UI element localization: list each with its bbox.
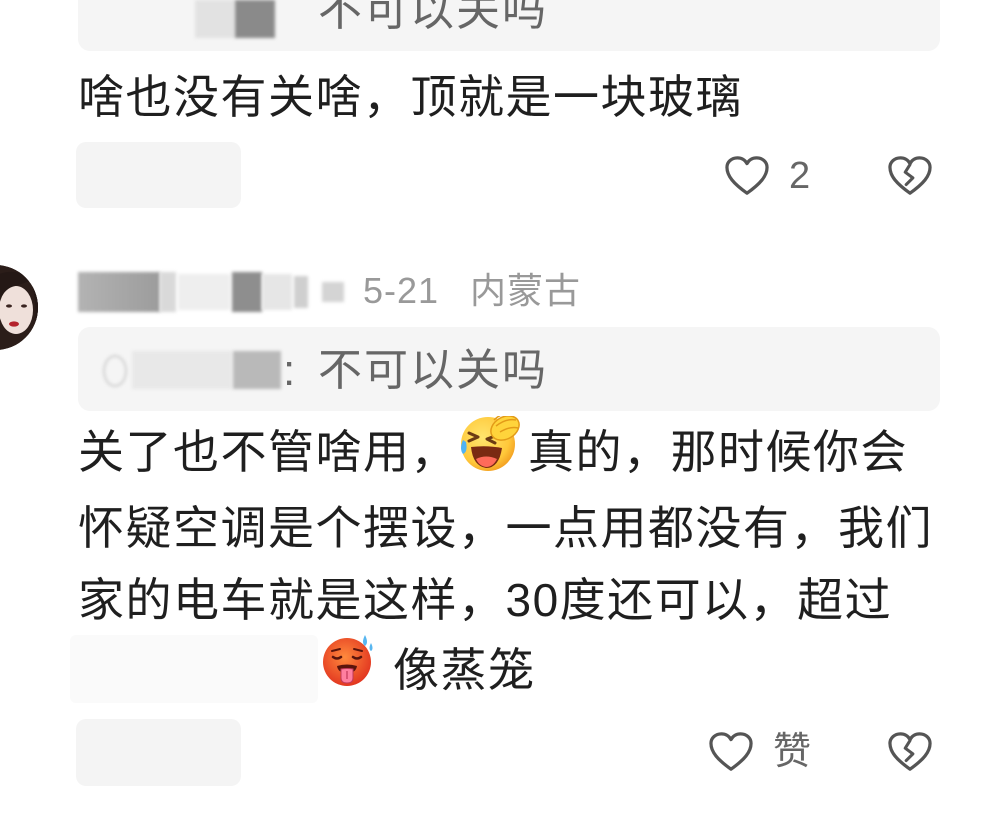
comment-text: 像蒸笼	[393, 644, 536, 696]
blur-block	[132, 351, 232, 389]
hot-face-emoji	[320, 634, 376, 706]
comment-line: 家的电车就是这样，30度还可以，超过	[78, 564, 892, 636]
broken-heart-icon	[887, 731, 933, 773]
quoted-reply-text: 不可以关吗	[318, 0, 548, 35]
redacted-block	[76, 142, 241, 208]
blur-block	[78, 272, 160, 312]
blur-block	[232, 272, 262, 312]
heart-outline-icon	[724, 155, 770, 197]
like-label: 赞	[773, 731, 812, 773]
blur-block	[322, 282, 344, 302]
comment-text: 怀疑空调是个摆设，一点用都没有，我们	[78, 502, 933, 554]
blur-block	[294, 276, 308, 308]
heart-outline-icon	[708, 731, 754, 773]
comment-text: 关了也不管啥用，	[78, 426, 458, 478]
blur-block	[160, 272, 176, 312]
dislike-button[interactable]	[887, 729, 933, 775]
blur-block	[235, 0, 275, 38]
blur-block	[178, 274, 230, 310]
comment-text: 啥也没有关啥，顶就是一块玻璃	[78, 71, 743, 123]
blur-block	[103, 355, 127, 387]
broken-heart-icon	[887, 155, 933, 197]
comment-date: 5-21	[363, 270, 440, 311]
quoted-reply-separator: :	[283, 346, 298, 395]
blur-block	[262, 274, 292, 310]
quoted-reply-text: 不可以关吗	[318, 346, 548, 395]
quoted-reply[interactable]: 不可以关吗	[78, 0, 940, 51]
like-button[interactable]: 赞	[708, 729, 811, 775]
avatar[interactable]	[0, 265, 38, 350]
quoted-reply[interactable]: : 不可以关吗	[78, 327, 940, 411]
facepalm-laugh-emoji	[458, 416, 522, 488]
comment-body[interactable]: 啥也没有关啥，顶就是一块玻璃	[78, 61, 743, 133]
comment-line: 怀疑空调是个摆设，一点用都没有，我们	[78, 492, 933, 564]
dislike-button[interactable]	[887, 153, 933, 199]
like-button[interactable]: 2	[724, 153, 810, 199]
comment-line: 像蒸笼	[320, 634, 536, 706]
redacted-block	[76, 719, 241, 786]
blur-block	[195, 0, 235, 38]
comment-text: 家的电车就是这样，30度还可以，超过	[78, 574, 893, 626]
like-count: 2	[789, 155, 811, 197]
blur-block	[233, 351, 281, 389]
comment-location: 内蒙古	[470, 270, 582, 311]
comment-line: 关了也不管啥用， 真的，那时候你会	[78, 416, 908, 488]
redacted-block	[70, 635, 318, 703]
comment-text: 真的，那时候你会	[528, 426, 908, 478]
